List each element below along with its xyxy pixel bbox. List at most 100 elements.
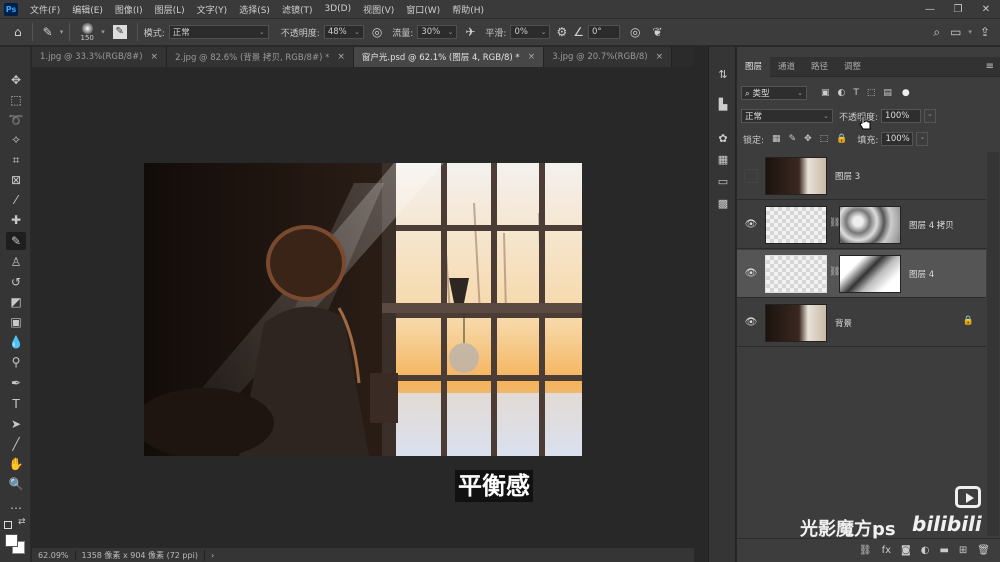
menu-filter[interactable]: 滤镜(T): [276, 3, 319, 16]
fill-field[interactable]: 100%: [881, 132, 914, 146]
restore-button[interactable]: ❐: [944, 4, 972, 15]
share-icon[interactable]: ⇪: [980, 25, 990, 39]
menu-select[interactable]: 选择(S): [233, 3, 276, 16]
type-tool-icon[interactable]: T: [6, 395, 26, 413]
close-icon[interactable]: ×: [656, 52, 664, 62]
tab-adjustments[interactable]: 调整: [836, 57, 869, 77]
clone-stamp-tool-icon[interactable]: ♙: [6, 253, 26, 271]
home-icon[interactable]: ⌂: [14, 25, 22, 39]
angle-field[interactable]: 0°: [587, 25, 620, 39]
default-colors-icon[interactable]: [4, 521, 12, 529]
marquee-tool-icon[interactable]: ⬚: [6, 91, 26, 109]
menu-edit[interactable]: 编辑(E): [66, 3, 109, 16]
menu-image[interactable]: 图像(I): [109, 3, 149, 16]
pen-tool-icon[interactable]: ✒: [6, 374, 26, 392]
search-icon[interactable]: ⌕: [933, 25, 940, 40]
filter-pixel-icon[interactable]: ▣: [821, 88, 830, 98]
layer-name[interactable]: 图层 4: [909, 268, 934, 280]
lock-paint-icon[interactable]: ✎: [789, 134, 797, 144]
crop-tool-icon[interactable]: ⌗: [6, 151, 26, 169]
histogram-panel-icon[interactable]: ▙: [715, 97, 731, 113]
history-brush-tool-icon[interactable]: ↺: [6, 273, 26, 291]
foreground-color-swatch[interactable]: [5, 534, 18, 547]
close-icon[interactable]: ×: [151, 52, 159, 62]
lock-transparency-icon[interactable]: ▦: [772, 134, 781, 144]
path-selection-tool-icon[interactable]: ➤: [6, 415, 26, 433]
pressure-opacity-icon[interactable]: ◎: [372, 25, 382, 39]
eye-icon[interactable]: 👁: [744, 218, 758, 232]
healing-brush-tool-icon[interactable]: ✚: [6, 211, 26, 229]
pressure-size-icon[interactable]: ◎: [630, 25, 640, 39]
move-tool-icon[interactable]: ✥: [6, 71, 26, 89]
flow-field[interactable]: 30% ⌄: [417, 25, 458, 39]
eraser-tool-icon[interactable]: ◩: [6, 293, 26, 311]
filter-shape-icon[interactable]: ⬚: [867, 88, 876, 98]
history-panel-icon[interactable]: ⇅: [715, 67, 731, 83]
layer-row-4[interactable]: 👁 ⛓ 图层 4: [737, 250, 986, 298]
brush-settings-icon[interactable]: ✎: [112, 25, 127, 39]
dodge-tool-icon[interactable]: ⚲: [6, 353, 26, 371]
gear-icon[interactable]: ⚙: [556, 25, 567, 39]
layer-name[interactable]: 背景: [835, 317, 852, 329]
workspace-icon[interactable]: ▭: [950, 25, 961, 39]
menu-file[interactable]: 文件(F): [24, 3, 66, 16]
more-tools-icon[interactable]: ⋯: [6, 499, 26, 517]
zoom-tool-icon[interactable]: 🔍: [6, 475, 26, 493]
zoom-level[interactable]: 62.09%: [32, 550, 76, 560]
eye-icon[interactable]: 👁: [744, 316, 758, 330]
chevron-down-icon[interactable]: ⌄: [916, 132, 929, 146]
eyedropper-tool-icon[interactable]: ⁄: [6, 191, 26, 209]
layer-style-icon[interactable]: fx: [882, 545, 891, 556]
menu-3d[interactable]: 3D(D): [318, 4, 357, 14]
filter-type-icon[interactable]: T: [853, 88, 859, 98]
delete-layer-icon[interactable]: 🗑: [977, 545, 990, 556]
tab-channels[interactable]: 通道: [770, 57, 803, 77]
menu-layer[interactable]: 图层(L): [149, 3, 191, 16]
close-button[interactable]: ✕: [972, 4, 1000, 15]
minimize-button[interactable]: —: [916, 4, 944, 15]
document-canvas-image[interactable]: [144, 163, 582, 456]
tab-document-1[interactable]: 1.jpg @ 33.3%(RGB/8#) ×: [32, 47, 168, 67]
brush-tool-icon[interactable]: ✎: [43, 25, 53, 39]
magic-wand-tool-icon[interactable]: ✧: [6, 131, 26, 149]
chevron-down-icon[interactable]: ⌄: [924, 109, 936, 123]
layer-mask-thumbnail[interactable]: [839, 206, 901, 244]
chevron-down-icon[interactable]: ▾: [968, 28, 972, 36]
swatches-panel-icon[interactable]: ▦: [715, 152, 731, 168]
tab-document-2[interactable]: 2.jpg @ 82.6% (背景 拷贝, RGB/8#) * ×: [167, 47, 354, 67]
gradient-tool-icon[interactable]: ▣: [6, 313, 26, 331]
filter-adjustment-icon[interactable]: ◐: [838, 88, 846, 98]
adjustment-layer-icon[interactable]: ◐: [921, 545, 930, 556]
menu-help[interactable]: 帮助(H): [446, 3, 490, 16]
filter-kind-select[interactable]: ⌕ 类型 ⌄: [741, 86, 807, 100]
menu-type[interactable]: 文字(Y): [191, 3, 234, 16]
close-icon[interactable]: ×: [337, 52, 345, 62]
airbrush-icon[interactable]: ✈: [465, 25, 475, 39]
add-mask-icon[interactable]: ◙: [901, 545, 911, 556]
layer-row-4-copy[interactable]: 👁 ⛓ 图层 4 拷贝: [737, 201, 986, 249]
lock-artboard-icon[interactable]: ⬚: [820, 134, 829, 144]
swap-colors-icon[interactable]: ⇄: [18, 517, 26, 527]
layer-name[interactable]: 图层 3: [835, 170, 860, 182]
tab-document-4[interactable]: 3.jpg @ 20.7%(RGB/8) ×: [544, 47, 673, 67]
mode-select[interactable]: 正常 ⌄: [168, 25, 269, 39]
visibility-toggle-off[interactable]: [744, 169, 758, 183]
frame-tool-icon[interactable]: ⊠: [6, 171, 26, 189]
panel-menu-icon[interactable]: ≡: [986, 61, 994, 72]
line-tool-icon[interactable]: ╱: [6, 435, 26, 453]
hand-tool-icon[interactable]: ✋: [6, 455, 26, 473]
status-arrow-icon[interactable]: ›: [205, 551, 220, 560]
layers-scrollbar[interactable]: [987, 152, 999, 536]
layer-row-3[interactable]: 图层 3: [737, 152, 986, 200]
tab-layers[interactable]: 图层: [737, 56, 771, 77]
tab-paths[interactable]: 路径: [803, 57, 836, 77]
chevron-down-icon[interactable]: ▾: [60, 28, 64, 36]
color-panel-icon[interactable]: ✿: [715, 131, 731, 147]
menu-view[interactable]: 视图(V): [357, 3, 400, 16]
smoothing-field[interactable]: 0% ⌄: [510, 25, 551, 39]
link-layers-icon[interactable]: ⛓: [859, 545, 872, 556]
layer-name[interactable]: 图层 4 拷贝: [909, 219, 954, 231]
tab-document-active[interactable]: 窗户光.psd @ 62.1% (图层 4, RGB/8) * ×: [353, 47, 545, 67]
blend-mode-select[interactable]: 正常 ⌄: [741, 109, 833, 123]
patterns-panel-icon[interactable]: ▩: [715, 196, 731, 212]
